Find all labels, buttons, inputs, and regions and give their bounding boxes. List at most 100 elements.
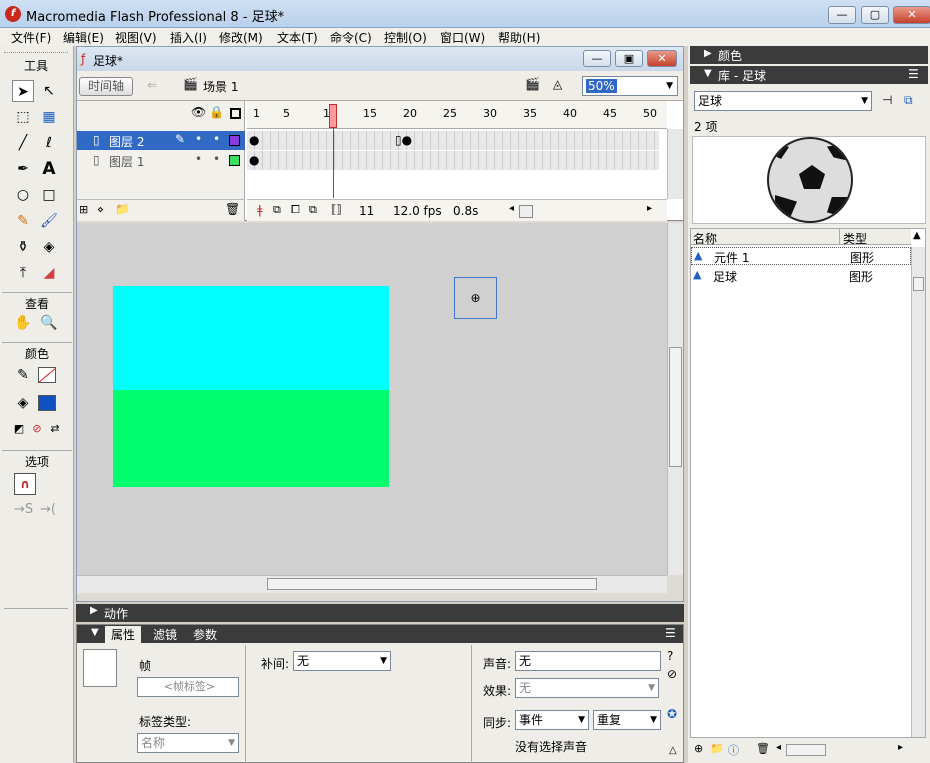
- tab-properties[interactable]: 属性: [105, 626, 142, 643]
- library-menu-icon[interactable]: ☰: [908, 67, 919, 81]
- blank-keyframe-marker[interactable]: ▯●: [395, 133, 412, 147]
- doc-minimize-button[interactable]: —: [583, 50, 611, 67]
- layer-row-1[interactable]: ▯ 图层 1 • •: [77, 151, 245, 170]
- timeline-hscroll-thumb[interactable]: [519, 205, 533, 218]
- add-folder-icon[interactable]: 📁: [115, 202, 130, 216]
- expand-panel-icon[interactable]: △: [669, 745, 677, 756]
- stage-sky[interactable]: [113, 286, 389, 390]
- outline-icon[interactable]: [230, 108, 241, 119]
- delete-icon[interactable]: 🗑: [756, 742, 770, 755]
- library-panel-header[interactable]: ▼ 库 - 足球 ☰: [690, 66, 928, 84]
- scroll-left-icon[interactable]: ◂: [776, 742, 781, 753]
- stage-hscroll[interactable]: [77, 575, 667, 593]
- brush-tool-icon[interactable]: 🖌: [38, 210, 60, 232]
- edit-symbol-icon[interactable]: ◬: [553, 77, 562, 91]
- onion-outline-icon[interactable]: ⧠: [291, 203, 300, 217]
- straighten-icon[interactable]: →(: [40, 502, 56, 517]
- menu-view[interactable]: 视图(V): [115, 29, 157, 46]
- menu-insert[interactable]: 插入(I): [170, 29, 207, 46]
- scene-name[interactable]: 场景 1: [203, 78, 238, 95]
- scroll-right-icon[interactable]: ▸: [898, 742, 903, 753]
- zoom-select[interactable]: 50% ▼: [582, 76, 678, 96]
- library-item[interactable]: ▲ 元件 1 图形: [691, 247, 911, 265]
- repeat-select[interactable]: 重复 ▼: [593, 710, 661, 730]
- paint-bucket-icon[interactable]: ◈: [38, 236, 60, 258]
- free-transform-icon[interactable]: ⬚: [12, 106, 34, 128]
- frame-row-1[interactable]: ●: [247, 151, 659, 170]
- onion-markers-icon[interactable]: ⟦⟧: [331, 203, 342, 216]
- zoom-tool-icon[interactable]: 🔍: [38, 312, 60, 334]
- pen-tool-icon[interactable]: ✒: [12, 158, 34, 180]
- expand-arrow-icon[interactable]: ▶: [90, 605, 98, 616]
- tab-filters[interactable]: 滤镜: [153, 626, 177, 643]
- layer-color-swatch[interactable]: [229, 135, 240, 146]
- smooth-icon[interactable]: →S: [14, 502, 33, 517]
- frame-row-2[interactable]: ● ▯●: [247, 131, 659, 150]
- collapse-arrow-icon[interactable]: ▼: [91, 627, 99, 638]
- lock-dot-icon[interactable]: •: [213, 132, 220, 146]
- selection-tool-icon[interactable]: ➤: [12, 80, 34, 102]
- line-tool-icon[interactable]: ╱: [12, 132, 34, 154]
- keyframe-dot[interactable]: ●: [249, 133, 259, 147]
- stage-vscroll[interactable]: [667, 223, 683, 575]
- ink-bottle-icon[interactable]: ⚱: [12, 236, 34, 258]
- close-button[interactable]: ✕: [893, 6, 930, 24]
- keyframe-dot[interactable]: ●: [249, 153, 259, 167]
- hand-tool-icon[interactable]: ✋: [12, 312, 34, 334]
- snap-magnet-icon[interactable]: ∩: [14, 473, 36, 495]
- menu-commands[interactable]: 命令(C): [330, 29, 372, 46]
- column-type[interactable]: 类型: [843, 230, 867, 247]
- color-panel-header[interactable]: ▶ 颜色: [690, 46, 928, 64]
- timeline-toggle-button[interactable]: 时间轴: [79, 77, 133, 96]
- edit-multiple-icon[interactable]: ⧉: [309, 203, 317, 217]
- eraser-tool-icon[interactable]: ◢: [38, 262, 60, 284]
- fill-color-swatch[interactable]: [38, 395, 56, 411]
- lasso-tool-icon[interactable]: ℓ: [38, 132, 60, 154]
- visible-dot-icon[interactable]: •: [195, 132, 202, 146]
- stroke-color-swatch[interactable]: [38, 367, 56, 383]
- back-arrow-icon[interactable]: ⇐: [147, 78, 157, 92]
- panel-menu-icon[interactable]: ☰: [665, 626, 676, 640]
- sound-select[interactable]: 无: [515, 651, 661, 671]
- help-icon[interactable]: ?: [667, 649, 673, 663]
- subselection-tool-icon[interactable]: ↖: [38, 80, 60, 102]
- center-frame-icon[interactable]: ǂ: [257, 203, 263, 217]
- accessibility-icon[interactable]: ✪: [667, 707, 677, 721]
- edit-icon[interactable]: ⊘: [667, 667, 677, 681]
- oval-tool-icon[interactable]: ○: [12, 184, 34, 206]
- tab-parameters[interactable]: 参数: [193, 626, 217, 643]
- eye-icon[interactable]: 👁: [191, 105, 206, 119]
- menu-modify[interactable]: 修改(M): [219, 29, 263, 46]
- pencil-tool-icon[interactable]: ✎: [12, 210, 34, 232]
- scroll-right-icon[interactable]: ▸: [647, 203, 652, 214]
- menu-control[interactable]: 控制(O): [384, 29, 427, 46]
- doc-close-button[interactable]: ✕: [647, 50, 677, 67]
- frame-label-input[interactable]: <帧标签>: [137, 677, 239, 697]
- sort-icon[interactable]: ▲: [913, 230, 921, 241]
- new-symbol-icon[interactable]: ⊕: [694, 742, 703, 755]
- stage-grass[interactable]: [113, 390, 389, 487]
- maximize-button[interactable]: ▢: [861, 6, 889, 24]
- collapse-arrow-icon[interactable]: ▼: [704, 68, 712, 79]
- library-vscroll[interactable]: [911, 247, 925, 737]
- library-document-select[interactable]: 足球 ▼: [694, 91, 872, 111]
- label-type-select[interactable]: 名称 ▼: [137, 733, 239, 753]
- scroll-left-icon[interactable]: ◂: [509, 203, 514, 214]
- library-hscroll-thumb[interactable]: [786, 744, 826, 756]
- tween-select[interactable]: 无 ▼: [293, 651, 391, 671]
- menu-file[interactable]: 文件(F): [11, 29, 51, 46]
- onion-skin-icon[interactable]: ⧉: [273, 203, 281, 217]
- symbol-instance-box[interactable]: ⊕: [454, 277, 497, 319]
- layer-row-2[interactable]: ▯ 图层 2 ✎ • •: [77, 131, 245, 150]
- delete-layer-icon[interactable]: 🗑: [225, 202, 240, 216]
- expand-arrow-icon[interactable]: ▶: [704, 48, 712, 59]
- timeline-vscroll[interactable]: [667, 129, 683, 199]
- frame-rate[interactable]: 12.0 fps: [393, 204, 442, 218]
- properties-icon[interactable]: ⓘ: [728, 742, 739, 758]
- doc-restore-button[interactable]: ▣: [615, 50, 643, 67]
- minimize-button[interactable]: —: [828, 6, 856, 24]
- pin-icon[interactable]: ⊣: [882, 93, 892, 107]
- layer-color-swatch[interactable]: [229, 155, 240, 166]
- visible-dot-icon[interactable]: •: [195, 152, 202, 166]
- column-name[interactable]: 名称: [693, 230, 717, 247]
